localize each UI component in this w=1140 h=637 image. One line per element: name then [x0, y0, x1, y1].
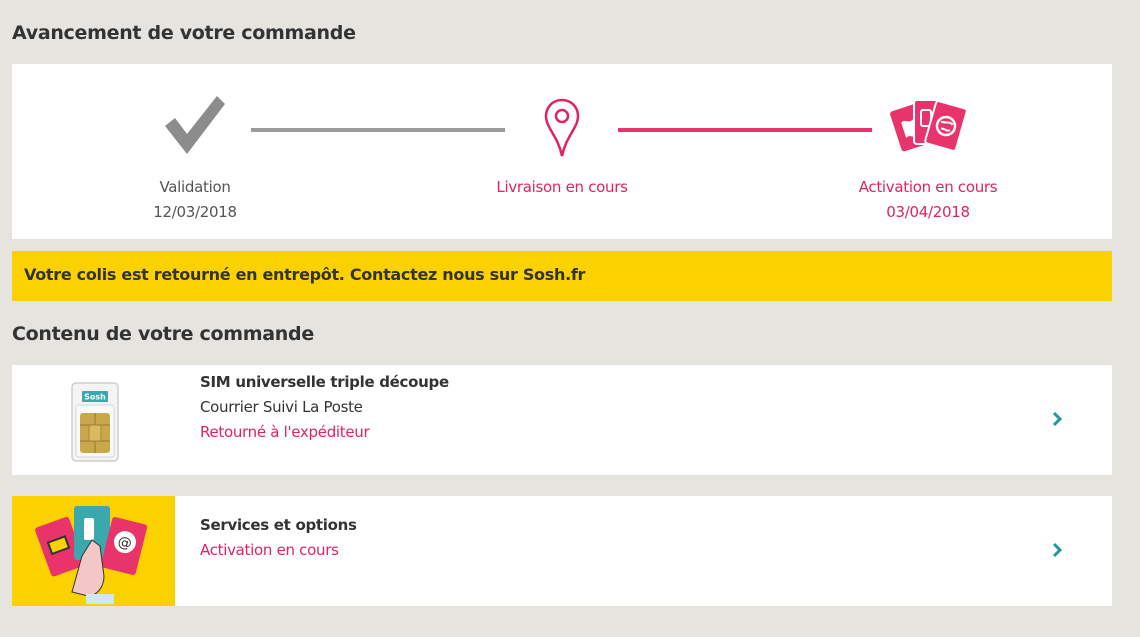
progress-connector-current: [618, 128, 872, 132]
cards-icon: [890, 96, 968, 160]
item-status: Activation en cours: [200, 541, 339, 559]
sim-card-image: Sosh: [12, 365, 175, 475]
services-illustration: @: [12, 496, 175, 606]
step-label: Validation: [159, 178, 231, 196]
item-name: SIM universelle triple découpe: [200, 373, 449, 391]
order-progress-tracker: Validation 12/03/2018 Livraison en cours: [12, 64, 1112, 239]
step-date: 03/04/2018: [886, 203, 970, 221]
step-date: 12/03/2018: [153, 203, 237, 221]
chevron-right-icon[interactable]: [1052, 542, 1064, 562]
order-content-title: Contenu de votre commande: [12, 323, 314, 345]
status-alert-banner: Votre colis est retourné en entrepôt. Co…: [12, 251, 1112, 301]
chevron-right-icon[interactable]: [1052, 411, 1064, 431]
item-name: Services et options: [200, 516, 357, 534]
step-label: Activation en cours: [858, 178, 998, 196]
step-label: Livraison en cours: [496, 178, 628, 196]
order-progress-title: Avancement de votre commande: [12, 22, 356, 44]
order-item-sim[interactable]: Sosh SIM universelle triple découpe Cour…: [12, 365, 1112, 475]
item-shipping: Courrier Suivi La Poste: [200, 398, 363, 416]
progress-connector-done: [251, 128, 505, 132]
order-item-details: Services et options Activation en cours: [200, 513, 357, 563]
check-icon: [163, 92, 227, 160]
sim-brand-text: Sosh: [84, 393, 106, 402]
item-status: Retourné à l'expéditeur: [200, 423, 370, 441]
order-item-services[interactable]: @ Services et options Activation en cour…: [12, 496, 1112, 606]
map-pin-icon: [544, 98, 580, 162]
order-item-details: SIM universelle triple découpe Courrier …: [200, 370, 449, 445]
